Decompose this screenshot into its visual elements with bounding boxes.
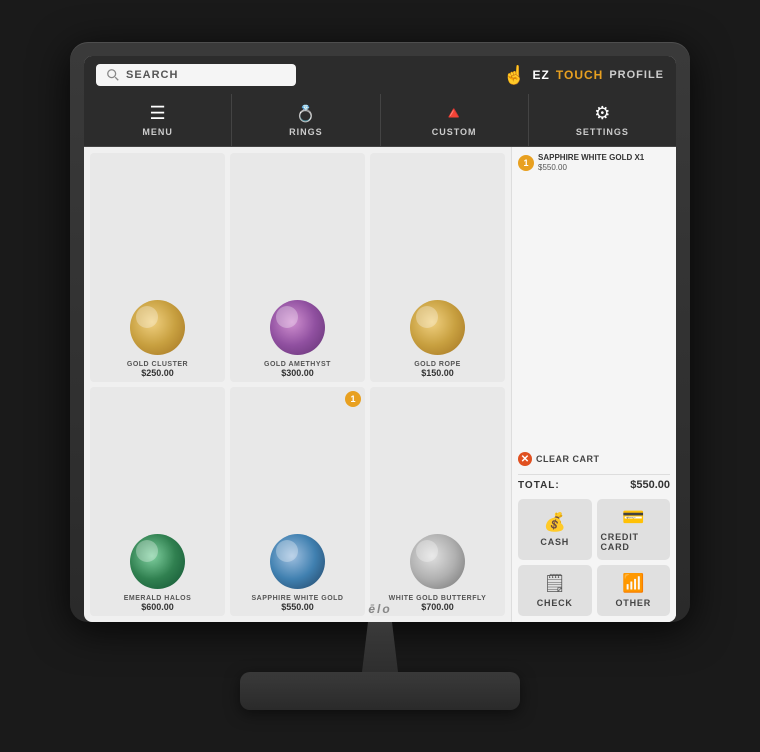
product-name: GOLD AMETHYST xyxy=(264,361,331,368)
ring-visual-butterfly xyxy=(410,534,465,589)
product-info: EMERALD HALOS $600.00 xyxy=(124,595,192,612)
product-grid: GOLD CLUSTER $250.00 GOLD AMETHYST $300.… xyxy=(84,147,511,622)
brand-profile: PROFILE xyxy=(609,69,664,81)
settings-label: SETTINGS xyxy=(576,127,629,137)
cart-item-info: SAPPHIRE WHITE GOLD X1 $550.00 xyxy=(538,153,670,172)
ring-visual-gold-rope xyxy=(410,300,465,355)
brand-touch: TOUCH xyxy=(556,68,603,82)
settings-icon: ⚙ xyxy=(594,103,610,124)
ring-visual-emerald xyxy=(130,534,185,589)
product-white-gold-butterfly[interactable]: WHITE GOLD BUTTERFLY $700.00 xyxy=(370,387,505,616)
ring-visual-gold-cluster xyxy=(130,300,185,355)
product-gold-cluster[interactable]: GOLD CLUSTER $250.00 xyxy=(90,153,225,382)
stand-base xyxy=(240,672,520,710)
product-price: $700.00 xyxy=(389,602,487,612)
product-gold-rope[interactable]: GOLD ROPE $150.00 xyxy=(370,153,505,382)
rings-icon: 💍 xyxy=(296,104,316,124)
cash-icon: 💰 xyxy=(544,512,566,533)
product-name: SAPPHIRE WHITE GOLD xyxy=(252,595,344,602)
product-info: GOLD ROPE $150.00 xyxy=(414,361,461,378)
screen: SEARCH ☝ EZ TOUCH PROFILE ☰ MENU 💍 xyxy=(84,56,676,622)
quantity-badge: 1 xyxy=(345,391,361,407)
menu-icon: ☰ xyxy=(150,103,166,124)
main-area: GOLD CLUSTER $250.00 GOLD AMETHYST $300.… xyxy=(84,147,676,622)
menu-label: MENU xyxy=(142,127,173,137)
other-label: OTHER xyxy=(616,598,652,608)
ring-visual-gold-amethyst xyxy=(270,300,325,355)
product-info: GOLD AMETHYST $300.00 xyxy=(264,361,331,378)
credit-card-button[interactable]: 💳 CREDIT CARD xyxy=(597,499,671,560)
product-price: $150.00 xyxy=(414,368,461,378)
credit-card-label: CREDIT CARD xyxy=(601,532,667,552)
elo-logo: ēlo xyxy=(368,602,391,616)
custom-icon: 🔺 xyxy=(443,103,465,124)
product-name: GOLD CLUSTER xyxy=(127,361,188,368)
rings-label: RINGS xyxy=(289,127,323,137)
nav-settings[interactable]: ⚙ SETTINGS xyxy=(529,94,676,146)
product-sapphire-white-gold[interactable]: 1 SAPPHIRE WHITE GOLD $550.00 xyxy=(230,387,365,616)
total-amount: $550.00 xyxy=(630,479,670,491)
monitor-stand xyxy=(240,622,520,710)
total-row: TOTAL: $550.00 xyxy=(518,474,670,491)
product-price: $300.00 xyxy=(264,368,331,378)
search-icon xyxy=(106,68,120,82)
cart-item-price: $550.00 xyxy=(538,163,670,172)
nav-custom[interactable]: 🔺 CUSTOM xyxy=(381,94,529,146)
cart-item-name: SAPPHIRE WHITE GOLD X1 xyxy=(538,153,670,163)
total-label: TOTAL: xyxy=(518,480,560,491)
brand-ez: EZ xyxy=(533,68,550,82)
monitor-outer: SEARCH ☝ EZ TOUCH PROFILE ☰ MENU 💍 xyxy=(70,42,690,622)
nav-row: ☰ MENU 💍 RINGS 🔺 CUSTOM ⚙ SETTINGS xyxy=(84,94,676,147)
nav-menu[interactable]: ☰ MENU xyxy=(84,94,232,146)
eztouch-brand: ☝ EZ TOUCH PROFILE xyxy=(503,65,664,86)
product-name: EMERALD HALOS xyxy=(124,595,192,602)
cart-item-badge: 1 xyxy=(518,155,534,171)
product-name: WHITE GOLD BUTTERFLY xyxy=(389,595,487,602)
product-info: SAPPHIRE WHITE GOLD $550.00 xyxy=(252,595,344,612)
clear-cart-button[interactable]: ✕ CLEAR CART xyxy=(518,452,670,466)
other-icon: 📶 xyxy=(622,573,644,594)
search-box[interactable]: SEARCH xyxy=(96,64,296,86)
check-icon: 🗒 xyxy=(543,573,566,594)
monitor-assembly: SEARCH ☝ EZ TOUCH PROFILE ☰ MENU 💍 xyxy=(70,42,690,710)
other-button[interactable]: 📶 OTHER xyxy=(597,565,671,616)
cash-label: CASH xyxy=(540,537,569,547)
product-price: $600.00 xyxy=(124,602,192,612)
nav-rings[interactable]: 💍 RINGS xyxy=(232,94,380,146)
product-info: WHITE GOLD BUTTERFLY $700.00 xyxy=(389,595,487,612)
credit-card-icon: 💳 xyxy=(622,507,644,528)
search-label: SEARCH xyxy=(126,69,178,81)
payment-grid: 💰 CASH 💳 CREDIT CARD 🗒 CHECK xyxy=(518,499,670,616)
product-info: GOLD CLUSTER $250.00 xyxy=(127,361,188,378)
product-price: $250.00 xyxy=(127,368,188,378)
stand-neck xyxy=(350,622,410,672)
touch-finger-icon: ☝ xyxy=(503,65,526,86)
cash-button[interactable]: 💰 CASH xyxy=(518,499,592,560)
product-emerald-halos[interactable]: EMERALD HALOS $600.00 xyxy=(90,387,225,616)
clear-cart-label: CLEAR CART xyxy=(536,454,600,464)
top-bar: SEARCH ☝ EZ TOUCH PROFILE xyxy=(84,56,676,94)
check-button[interactable]: 🗒 CHECK xyxy=(518,565,592,616)
cart-item-row: 1 SAPPHIRE WHITE GOLD X1 $550.00 xyxy=(518,153,670,172)
product-gold-amethyst[interactable]: GOLD AMETHYST $300.00 xyxy=(230,153,365,382)
check-label: CHECK xyxy=(537,598,573,608)
product-price: $550.00 xyxy=(252,602,344,612)
ring-visual-sapphire xyxy=(270,534,325,589)
screen-bezel: SEARCH ☝ EZ TOUCH PROFILE ☰ MENU 💍 xyxy=(84,56,676,622)
cart-panel: 1 SAPPHIRE WHITE GOLD X1 $550.00 ✕ CLEAR… xyxy=(511,147,676,622)
custom-label: CUSTOM xyxy=(432,127,477,137)
clear-cart-icon: ✕ xyxy=(518,452,532,466)
product-name: GOLD ROPE xyxy=(414,361,461,368)
